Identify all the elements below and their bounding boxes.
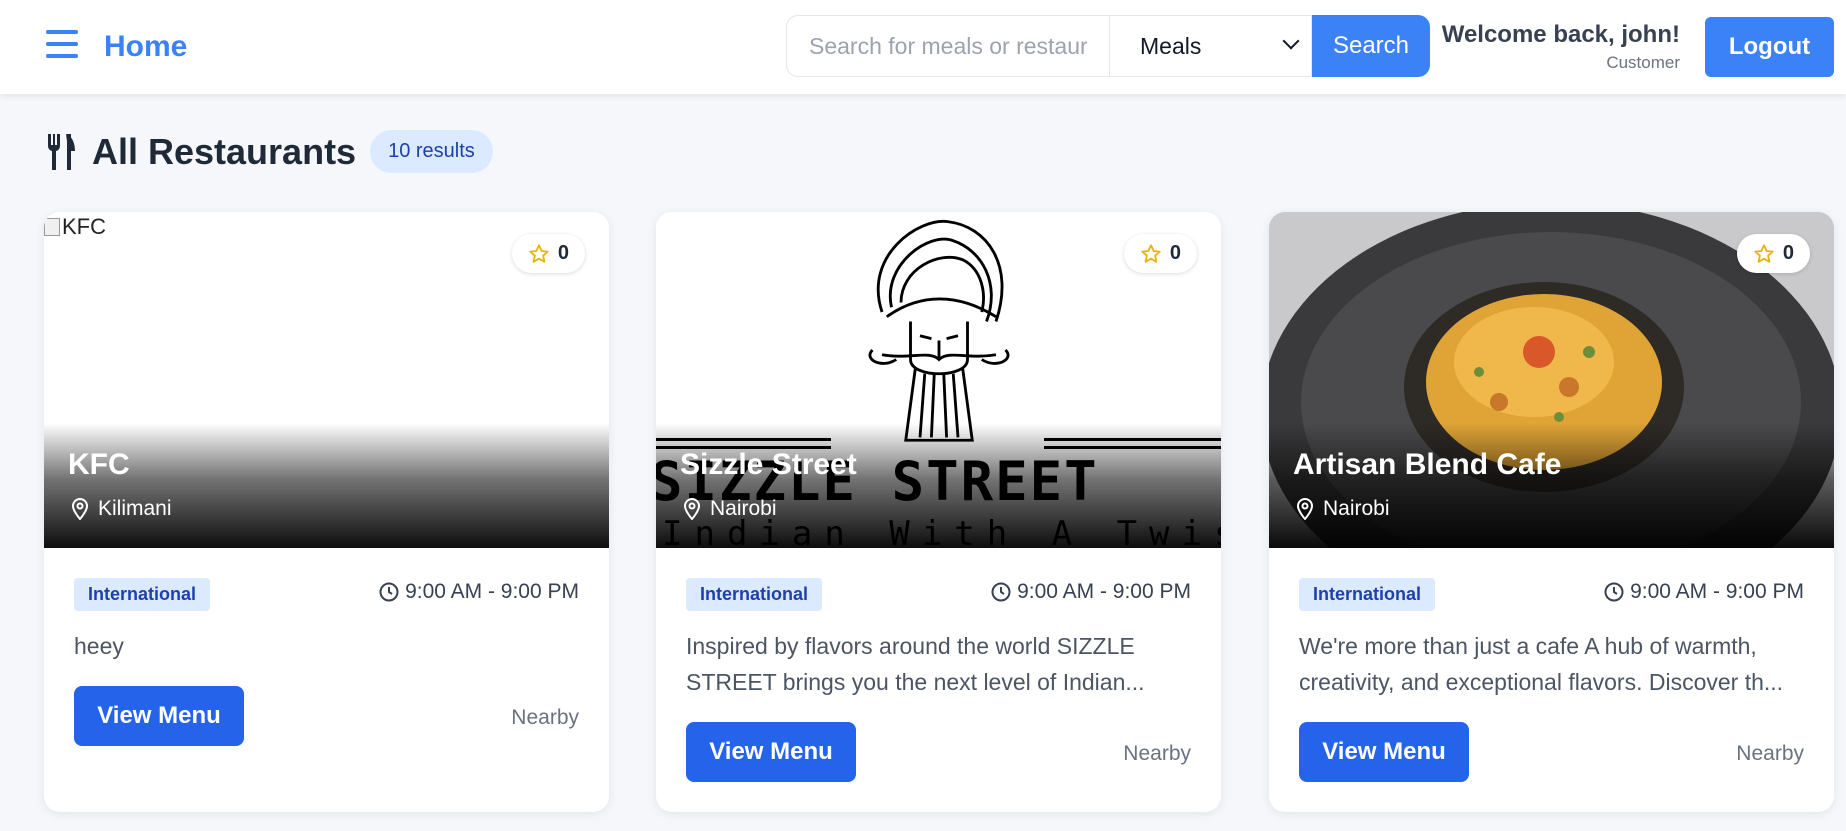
opening-hours: 9:00 AM - 9:00 PM [991,580,1191,604]
chevron-down-icon [1282,32,1300,50]
restaurant-card[interactable]: KFC 0 KFC Kilimani International 9:00 AM… [44,212,609,812]
star-icon [1754,243,1774,263]
search-type-select[interactable]: Meals [1109,15,1312,77]
search-type-value: Meals [1140,33,1202,59]
map-pin-icon [683,498,701,520]
opening-hours: 9:00 AM - 9:00 PM [1604,580,1804,604]
restaurant-location: Nairobi [682,497,777,521]
view-menu-button[interactable]: View Menu [686,722,856,782]
view-menu-button[interactable]: View Menu [74,686,244,746]
cuisine-badge: International [686,578,823,611]
clock-icon [1604,582,1624,602]
rating-value: 0 [1782,242,1794,264]
restaurant-location: Kilimani [70,497,172,521]
hamburger-icon[interactable] [46,30,78,58]
restaurant-name: Artisan Blend Cafe [1293,448,1562,481]
rating-badge: 0 [511,234,585,273]
search-input[interactable] [786,15,1109,77]
restaurant-description: Inspired by flavors around the world SIZ… [686,633,1145,695]
restaurant-description: heey [74,633,124,659]
search-bar: Meals Search [786,15,1430,77]
restaurant-name: Sizzle Street [680,448,857,481]
star-icon [1141,243,1161,263]
map-pin-icon [1296,498,1314,520]
section-header: All Restaurants 10 results [46,130,493,173]
rating-badge: 0 [1123,234,1197,273]
user-role: Customer [1606,53,1680,72]
restaurant-description: We're more than just a cafe A hub of war… [1299,633,1784,695]
location-text: Kilimani [98,497,172,520]
top-navbar: Home Meals Search Welcome back, john! Cu… [0,0,1846,94]
image-alt-text: KFC [62,214,106,239]
location-text: Nairobi [710,497,777,520]
clock-icon [379,582,399,602]
cuisine-badge: International [1299,578,1436,611]
fork-knife-icon [47,133,75,170]
search-button[interactable]: Search [1312,15,1430,77]
user-greeting: Welcome back, john! Customer [1442,21,1680,73]
distance-label: Nearby [511,706,579,729]
rating-value: 0 [1169,242,1181,264]
restaurant-card[interactable]: 0 Artisan Blend Cafe Nairobi Internation… [1269,212,1834,812]
rating-badge: 0 [1736,234,1810,273]
image-overlay [1269,423,1834,548]
page-title: All Restaurants [92,130,357,172]
hours-text: 9:00 AM - 9:00 PM [1017,580,1191,603]
hours-text: 9:00 AM - 9:00 PM [405,580,579,603]
home-link[interactable]: Home [104,30,187,64]
view-menu-button[interactable]: View Menu [1299,722,1469,782]
results-count-badge: 10 results [370,130,493,173]
location-text: Nairobi [1323,497,1390,520]
restaurant-name: KFC [68,448,130,481]
opening-hours: 9:00 AM - 9:00 PM [379,580,579,604]
restaurant-location: Nairobi [1295,497,1390,521]
turbaned-man-illustration [868,219,1010,442]
distance-label: Nearby [1123,742,1191,765]
rating-value: 0 [557,242,569,264]
clock-icon [991,582,1011,602]
broken-image-icon [44,218,60,236]
cuisine-badge: International [74,578,211,611]
logout-button[interactable]: Logout [1705,17,1834,77]
restaurant-image: SIZZLE STREET Indian With A Twist 0 Sizz… [656,212,1221,548]
hours-text: 9:00 AM - 9:00 PM [1630,580,1804,603]
restaurant-card[interactable]: SIZZLE STREET Indian With A Twist 0 Sizz… [656,212,1221,812]
distance-label: Nearby [1736,742,1804,765]
restaurant-image: KFC 0 KFC Kilimani [44,212,609,548]
star-icon [529,243,549,263]
restaurant-image: 0 Artisan Blend Cafe Nairobi [1269,212,1834,548]
image-overlay [44,423,609,548]
map-pin-icon [71,498,89,520]
welcome-text: Welcome back, john! [1441,21,1680,48]
broken-image-placeholder: KFC [44,214,106,240]
